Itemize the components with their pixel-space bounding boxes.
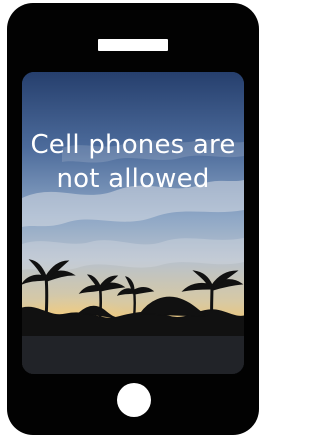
palm-sunset-photo xyxy=(22,72,244,374)
speaker-slot xyxy=(98,39,168,51)
ground xyxy=(22,336,244,374)
home-button xyxy=(117,383,151,417)
message-line-2: not allowed xyxy=(56,164,210,194)
screen-message: Cell phones are not allowed xyxy=(22,128,244,196)
phone-icon: Cell phones are not allowed xyxy=(7,3,259,435)
phone-screen: Cell phones are not allowed xyxy=(22,72,244,374)
message-line-1: Cell phones are xyxy=(30,130,236,160)
